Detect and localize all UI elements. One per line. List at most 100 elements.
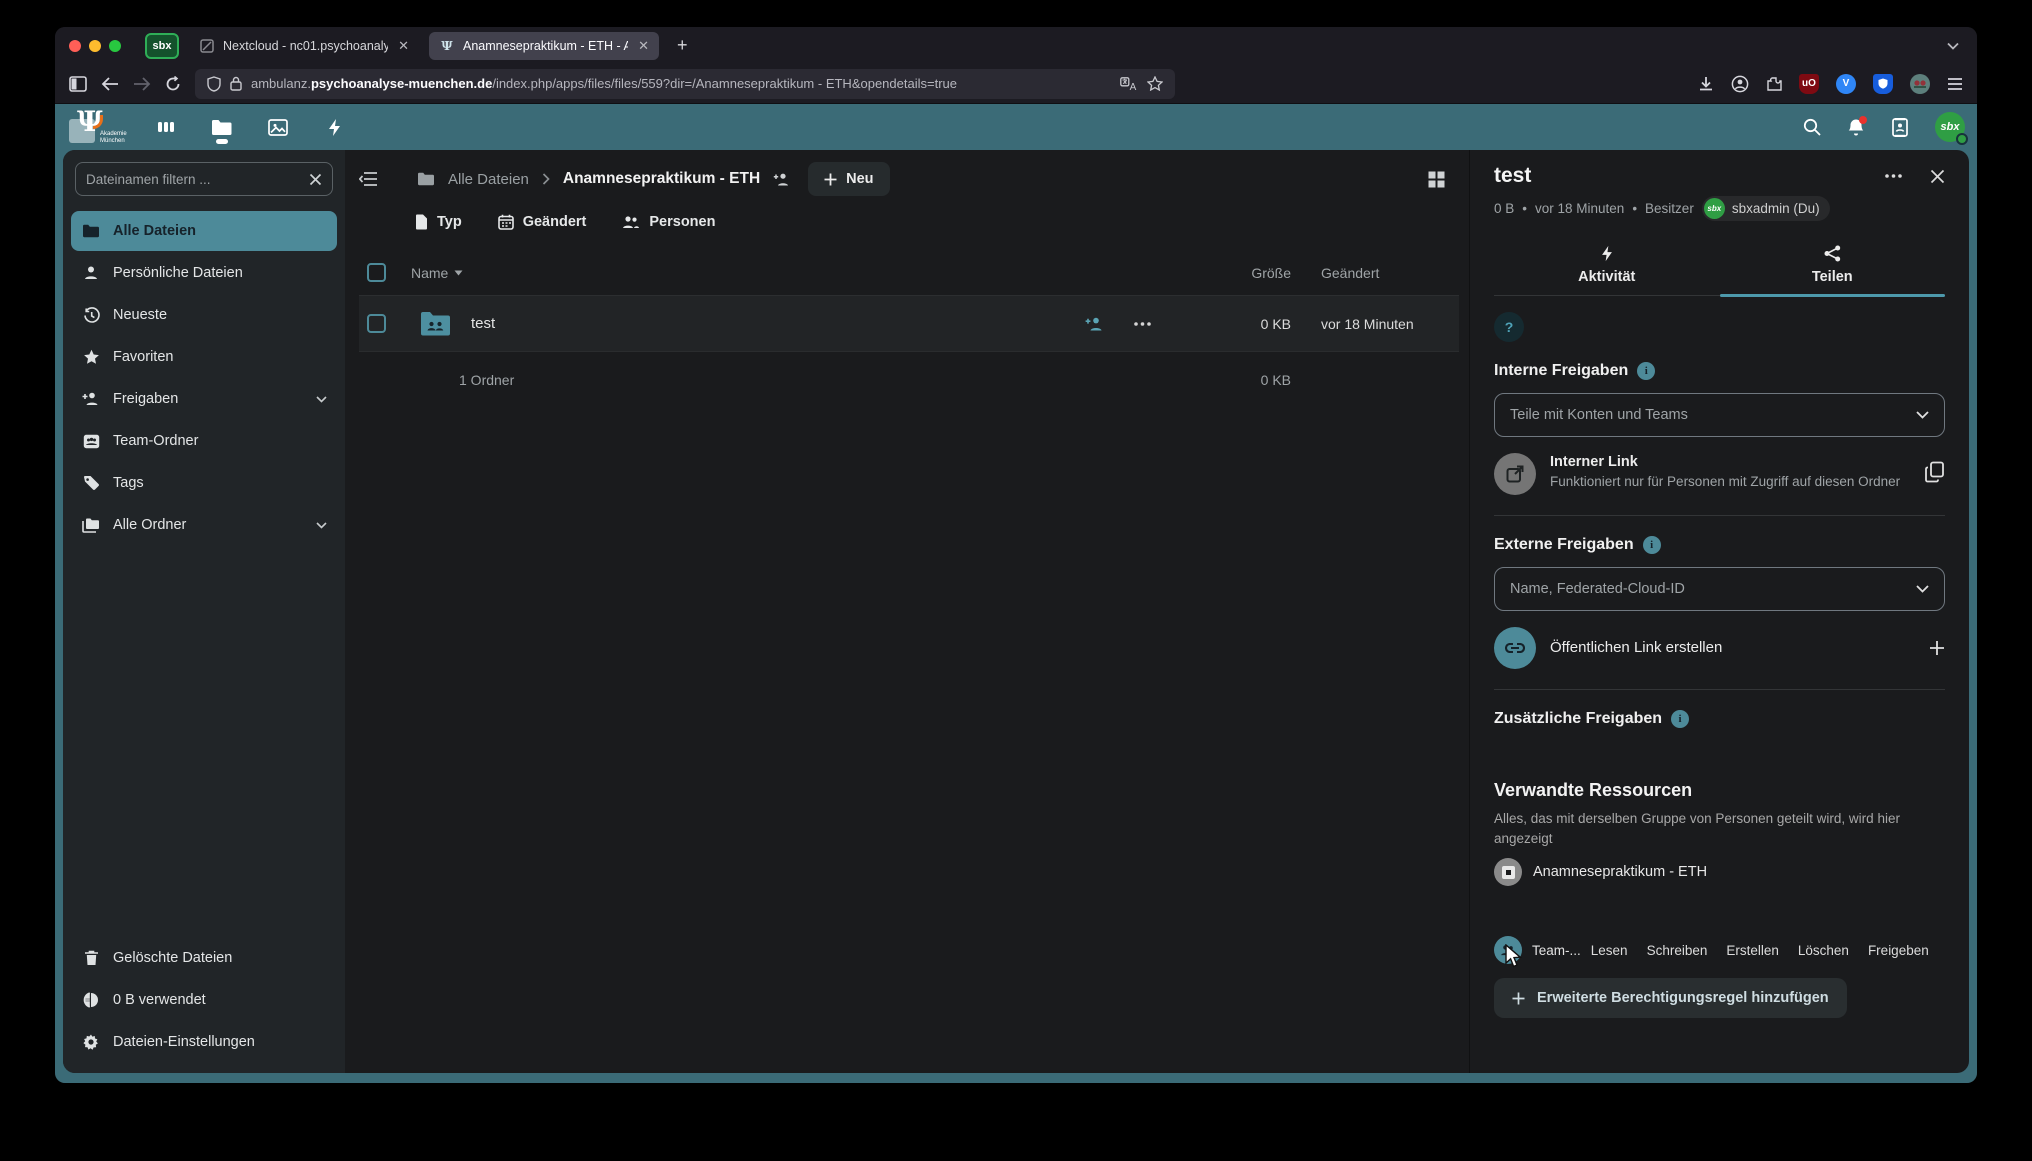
- chevron-down-icon: [1916, 411, 1929, 419]
- sidebar-item-tags[interactable]: Tags: [71, 463, 337, 503]
- zoom-window-button[interactable]: [109, 40, 121, 52]
- tab-label: Aktivität: [1578, 269, 1635, 285]
- breadcrumb-current[interactable]: Anamnesepraktikum - ETH: [563, 170, 760, 188]
- avatar-label: sbx: [1941, 121, 1960, 133]
- filter-chip-people[interactable]: Personen: [622, 214, 715, 230]
- share-person-icon[interactable]: [1085, 316, 1104, 332]
- chip-label: Typ: [437, 214, 462, 230]
- filter-chip-modified[interactable]: Geändert: [498, 214, 587, 230]
- collapse-sidebar-icon[interactable]: [359, 172, 378, 186]
- add-public-link-icon[interactable]: [1929, 640, 1945, 656]
- team-folder-icon: [81, 434, 101, 449]
- filename-filter-input[interactable]: Dateinamen filtern ...: [75, 162, 333, 196]
- column-header-name[interactable]: Name: [411, 265, 448, 281]
- sidebar-item-label: Persönliche Dateien: [113, 265, 243, 281]
- v-extension-icon[interactable]: V: [1836, 74, 1856, 94]
- sharing-help-button[interactable]: ?: [1494, 312, 1524, 342]
- column-header-size[interactable]: Größe: [1187, 265, 1291, 281]
- info-icon[interactable]: i: [1643, 536, 1661, 554]
- contacts-icon[interactable]: [1891, 118, 1909, 137]
- row-checkbox[interactable]: [367, 314, 386, 333]
- owner-chip[interactable]: sbx sbxadmin (Du): [1702, 196, 1830, 221]
- table-row-test-folder[interactable]: test 0 KB vor 18 Minuten: [359, 296, 1459, 352]
- activity-app-icon[interactable]: [321, 110, 347, 144]
- chevron-down-icon[interactable]: [316, 396, 327, 403]
- tracking-shield-icon[interactable]: [207, 76, 221, 92]
- sidebar-item-favorites[interactable]: Favoriten: [71, 337, 337, 377]
- clear-filter-icon[interactable]: [309, 173, 322, 186]
- sidebar-item-quota[interactable]: 0 B verwendet: [71, 980, 337, 1020]
- copy-icon[interactable]: [1925, 461, 1945, 483]
- internal-share-select[interactable]: Teile mit Konten und Teams: [1494, 393, 1945, 437]
- grid-view-toggle-icon[interactable]: [1428, 171, 1459, 188]
- close-window-button[interactable]: [69, 40, 81, 52]
- sidebar-item-deleted-files[interactable]: Gelöschte Dateien: [71, 938, 337, 978]
- star-icon: [81, 349, 101, 365]
- tab-label: Teilen: [1812, 269, 1853, 285]
- list-tabs-chevron-icon[interactable]: [1947, 42, 1963, 50]
- close-details-icon[interactable]: [1930, 169, 1945, 184]
- ublock-origin-icon[interactable]: uO: [1799, 74, 1819, 94]
- user-avatar[interactable]: sbx: [1935, 112, 1965, 142]
- new-button[interactable]: Neu: [808, 162, 889, 196]
- mask-extension-icon[interactable]: [1910, 74, 1930, 94]
- bookmark-star-icon[interactable]: [1147, 76, 1163, 91]
- sidebar-item-personal-files[interactable]: Persönliche Dateien: [71, 253, 337, 293]
- account-icon[interactable]: [1731, 75, 1749, 93]
- related-resource-item[interactable]: Anamnesepraktikum - ETH: [1494, 858, 1945, 886]
- tab-nextcloud[interactable]: Nextcloud - nc01.psychoanalyse ✕: [189, 32, 419, 60]
- tab-sharing[interactable]: Teilen: [1720, 237, 1946, 295]
- sidebar-item-team-folders[interactable]: Team-Ordner: [71, 421, 337, 461]
- extensions-puzzle-icon[interactable]: [1766, 76, 1782, 92]
- row-actions-menu-icon[interactable]: [1134, 322, 1151, 326]
- container-tab-sbx[interactable]: sbx: [145, 33, 179, 59]
- breadcrumb-root[interactable]: Alle Dateien: [448, 171, 529, 188]
- forward-button[interactable]: [133, 77, 151, 91]
- acl-permissions-row[interactable]: Team-... Lesen Schreiben Erstellen Lösch…: [1494, 936, 1945, 964]
- dashboard-app-icon[interactable]: [153, 110, 179, 144]
- tab-anamnesepraktikum[interactable]: Ψ Anamnesepraktikum - ETH - All ✕: [429, 32, 659, 60]
- column-header-modified[interactable]: Geändert: [1291, 265, 1459, 281]
- photos-app-icon[interactable]: [265, 110, 291, 144]
- trash-icon: [81, 950, 101, 966]
- tab-close-icon[interactable]: ✕: [638, 38, 649, 54]
- share-status-icon[interactable]: [773, 172, 791, 187]
- notifications-bell-icon[interactable]: [1847, 118, 1865, 137]
- new-tab-button[interactable]: +: [669, 35, 696, 56]
- internal-link-row[interactable]: Interner Link Funktioniert nur für Perso…: [1494, 453, 1945, 495]
- details-actions-menu-icon[interactable]: [1885, 174, 1902, 178]
- external-shares-heading: Externe Freigaben: [1494, 536, 1634, 554]
- bitwarden-icon[interactable]: [1873, 74, 1893, 94]
- add-advanced-permission-rule-button[interactable]: Erweiterte Berechtigungsregel hinzufügen: [1494, 978, 1847, 1018]
- files-app-icon[interactable]: [209, 110, 235, 144]
- address-bar[interactable]: ambulanz.psychoanalyse-muenchen.de/index…: [195, 69, 1175, 99]
- translate-icon[interactable]: A: [1120, 77, 1138, 91]
- sidebar-item-files-settings[interactable]: Dateien-Einstellungen: [71, 1022, 337, 1062]
- sidebar-toggle-icon[interactable]: [69, 76, 87, 92]
- sidebar-item-all-files[interactable]: Alle Dateien: [71, 211, 337, 251]
- reload-button[interactable]: [165, 76, 181, 92]
- sidebar-item-shares[interactable]: Freigaben: [71, 379, 337, 419]
- lock-icon[interactable]: [230, 76, 242, 91]
- unified-search-icon[interactable]: [1803, 118, 1821, 136]
- downloads-icon[interactable]: [1698, 76, 1714, 92]
- info-icon[interactable]: i: [1671, 710, 1689, 728]
- sidebar-item-label: Favoriten: [113, 349, 173, 365]
- info-icon[interactable]: i: [1637, 362, 1655, 380]
- tab-activity[interactable]: Aktivität: [1494, 237, 1720, 295]
- tab-close-icon[interactable]: ✕: [398, 38, 409, 54]
- select-all-checkbox[interactable]: [367, 263, 386, 282]
- file-name[interactable]: test: [471, 315, 495, 332]
- menu-hamburger-icon[interactable]: [1947, 78, 1963, 90]
- perm-delete: Löschen: [1798, 943, 1849, 958]
- sidebar-item-all-folders[interactable]: Alle Ordner: [71, 505, 337, 545]
- minimize-window-button[interactable]: [89, 40, 101, 52]
- filter-chip-type[interactable]: Typ: [415, 214, 462, 230]
- chevron-down-icon[interactable]: [316, 522, 327, 529]
- akademie-logo[interactable]: Ψ AkademieMünchen: [67, 107, 127, 147]
- sidebar-item-recent[interactable]: Neueste: [71, 295, 337, 335]
- back-button[interactable]: [101, 77, 119, 91]
- person-icon: [81, 265, 101, 281]
- create-public-link-row[interactable]: Öffentlichen Link erstellen: [1494, 627, 1945, 669]
- external-share-select[interactable]: Name, Federated-Cloud-ID: [1494, 567, 1945, 611]
